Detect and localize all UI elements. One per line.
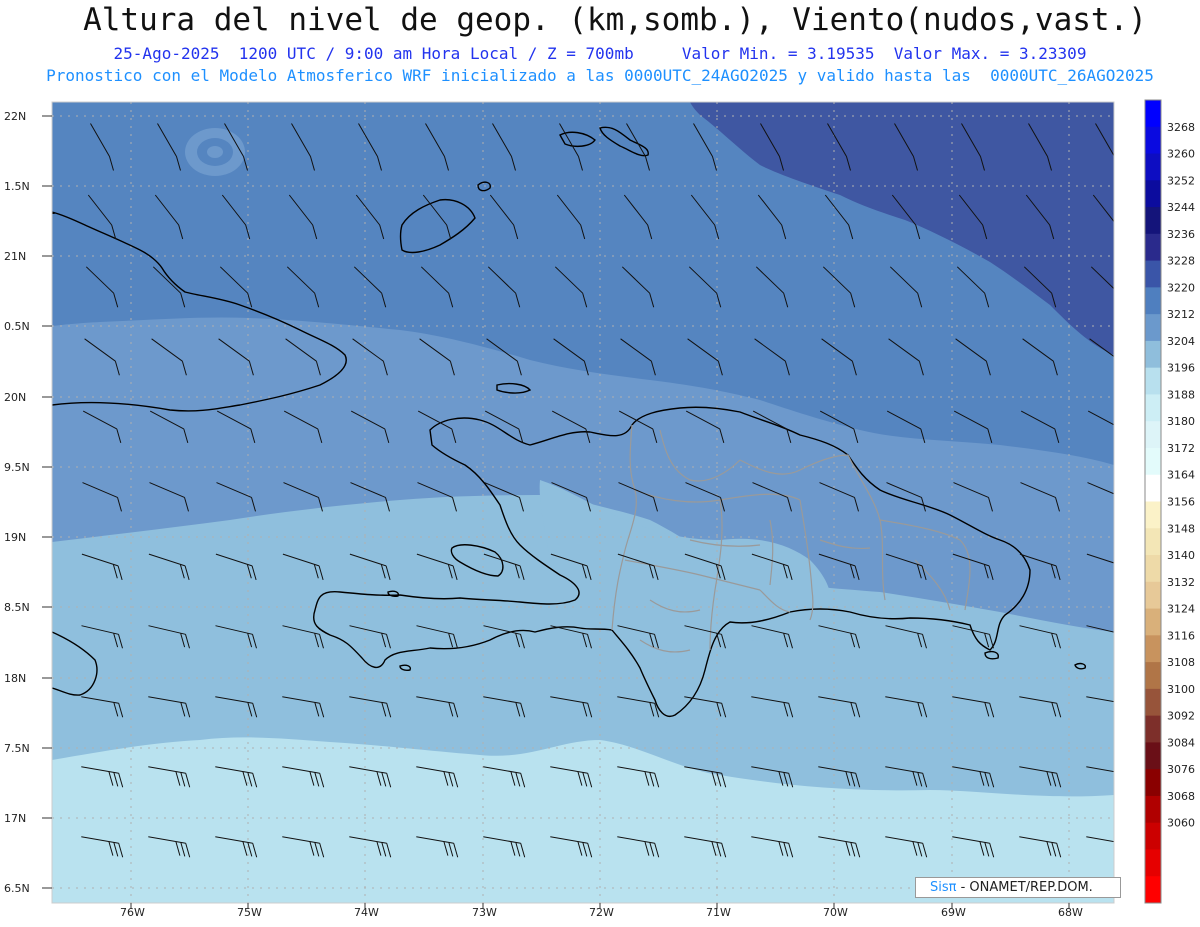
colorbar-label: 3076 xyxy=(1167,763,1195,776)
colorbar-swatch xyxy=(1145,795,1161,824)
colorbar-swatch xyxy=(1145,180,1161,208)
lat-label: 0.5N xyxy=(4,320,30,333)
colorbar-label: 3092 xyxy=(1167,710,1195,723)
colorbar-swatch xyxy=(1145,742,1161,770)
colorbar-swatch xyxy=(1145,367,1161,395)
colorbar-swatch xyxy=(1145,153,1161,181)
colorbar-label: 3164 xyxy=(1167,469,1195,482)
lon-label: 75W xyxy=(237,906,262,919)
lon-label: 72W xyxy=(589,906,614,919)
lat-label: 6.5N xyxy=(4,882,30,895)
colorbar-label: 3204 xyxy=(1167,335,1195,348)
colorbar-label: 3220 xyxy=(1167,281,1195,294)
colorbar-label: 3156 xyxy=(1167,496,1195,509)
colorbar-swatch xyxy=(1145,474,1161,502)
colorbar-swatch xyxy=(1145,822,1161,850)
colorbar-swatch xyxy=(1145,501,1161,529)
lon-label: 74W xyxy=(354,906,379,919)
lat-label: 8.5N xyxy=(4,601,30,614)
shaded-geopotential xyxy=(52,102,1114,903)
credit-box: Sisπ - ONAMET/REP.DOM. xyxy=(915,877,1121,898)
lat-label: 18N xyxy=(4,672,26,685)
colorbar-label: 3260 xyxy=(1167,148,1195,161)
forecast-map: 22N 1.5N 21N 0.5N 20N 9.5N 19N 8.5N 18N … xyxy=(4,99,1195,919)
lat-label: 17N xyxy=(4,812,26,825)
latitude-axis: 22N 1.5N 21N 0.5N 20N 9.5N 19N 8.5N 18N … xyxy=(4,110,52,895)
colorbar-label: 3236 xyxy=(1167,228,1195,241)
colorbar-swatch xyxy=(1145,635,1161,663)
lat-label: 7.5N xyxy=(4,742,30,755)
lat-label: 20N xyxy=(4,391,26,404)
colorbar-label: 3108 xyxy=(1167,656,1195,669)
colorbar-swatch xyxy=(1145,314,1161,342)
colorbar-label: 3116 xyxy=(1167,629,1195,642)
colorbar-label: 3196 xyxy=(1167,362,1195,375)
lat-label: 9.5N xyxy=(4,461,30,474)
colorbar-label: 3140 xyxy=(1167,549,1195,562)
colorbar-label: 3068 xyxy=(1167,790,1195,803)
colorbar-swatch xyxy=(1145,340,1161,369)
colorbar-label: 3244 xyxy=(1167,201,1195,214)
colorbar-label: 3124 xyxy=(1167,603,1195,616)
lon-label: 68W xyxy=(1058,906,1083,919)
colorbar-label: 3100 xyxy=(1167,683,1195,696)
colorbar-swatch xyxy=(1145,849,1161,877)
colorbar-swatch xyxy=(1145,662,1161,690)
lon-label: 73W xyxy=(472,906,497,919)
longitude-axis: 76W 75W 74W 73W 72W 71W 70W 69W 68W xyxy=(120,903,1083,919)
colorbar-swatch xyxy=(1145,715,1161,743)
colorbar-swatch xyxy=(1145,394,1161,422)
colorbar-label: 3268 xyxy=(1167,121,1195,134)
lon-label: 69W xyxy=(941,906,966,919)
lat-label: 21N xyxy=(4,250,26,263)
colorbar-swatch xyxy=(1145,100,1161,128)
colorbar-swatch xyxy=(1145,769,1161,797)
lat-label: 19N xyxy=(4,531,26,544)
colorbar-label: 3180 xyxy=(1167,415,1195,428)
credit-text: - ONAMET/REP.DOM. xyxy=(956,880,1093,895)
sispi-logo: Sisπ xyxy=(930,880,957,895)
colorbar-swatch xyxy=(1145,207,1161,235)
lon-label: 76W xyxy=(120,906,145,919)
colorbar-swatch xyxy=(1145,126,1161,155)
colorbar-label: 3212 xyxy=(1167,308,1195,321)
colorbar-label: 3188 xyxy=(1167,388,1195,401)
colorbar-label: 3084 xyxy=(1167,736,1195,749)
lon-label: 70W xyxy=(823,906,848,919)
lat-label: 1.5N xyxy=(4,180,30,193)
colorbar-swatch xyxy=(1145,233,1161,262)
colorbar-label: 3132 xyxy=(1167,576,1195,589)
colorbar: 3268 3260 3252 3244 3236 3228 3220 3212 3204 3196… xyxy=(1144,99,1195,904)
colorbar-swatch xyxy=(1145,876,1161,904)
colorbar-swatch xyxy=(1145,447,1161,476)
colorbar-label: 3148 xyxy=(1167,522,1195,535)
colorbar-swatch xyxy=(1145,421,1161,449)
lon-label: 71W xyxy=(706,906,731,919)
colorbar-swatch xyxy=(1145,555,1161,583)
colorbar-label: 3060 xyxy=(1167,817,1195,830)
colorbar-swatch xyxy=(1145,608,1161,636)
colorbar-swatch xyxy=(1145,581,1161,610)
colorbar-swatch xyxy=(1145,528,1161,556)
colorbar-swatch xyxy=(1145,287,1161,315)
lat-label: 22N xyxy=(4,110,26,123)
colorbar-label: 3172 xyxy=(1167,442,1195,455)
colorbar-label: 3252 xyxy=(1167,174,1195,187)
colorbar-swatch xyxy=(1145,688,1161,717)
colorbar-label: 3228 xyxy=(1167,255,1195,268)
colorbar-swatch xyxy=(1145,260,1161,288)
